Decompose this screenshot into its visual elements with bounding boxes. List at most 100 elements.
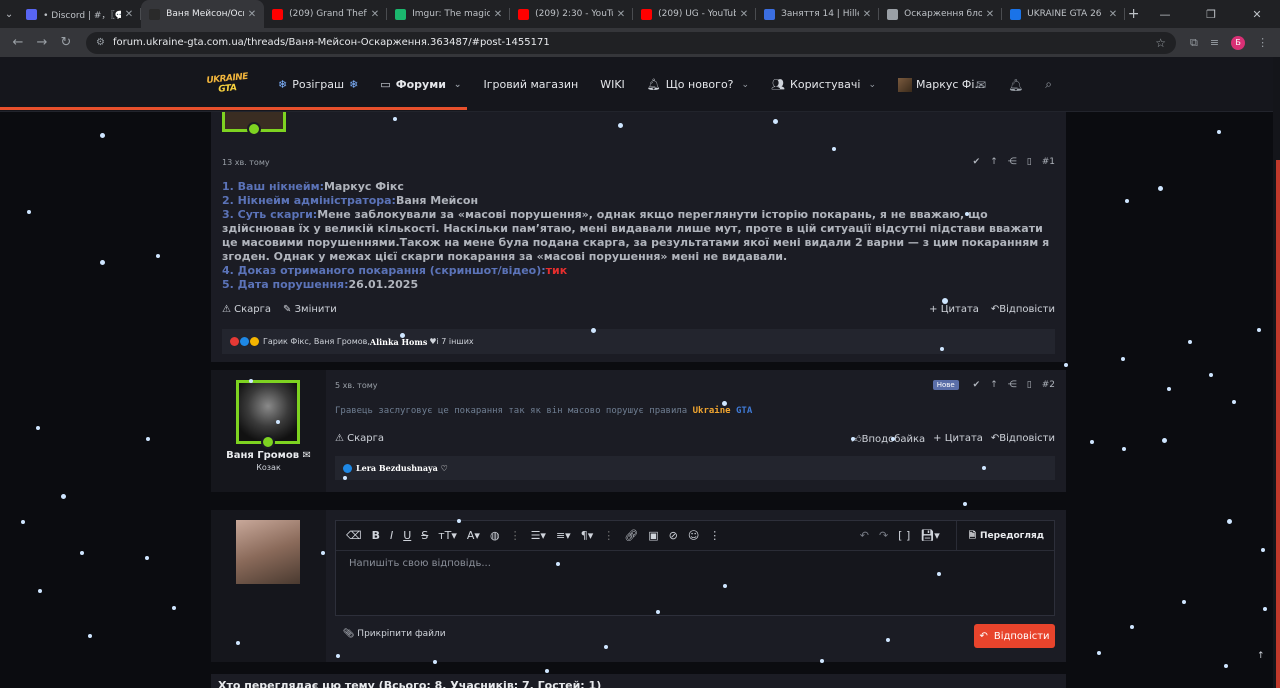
- close-tab-icon[interactable]: ✕: [863, 9, 871, 20]
- report-button[interactable]: ⚠ Скарга: [222, 304, 271, 315]
- profile-avatar[interactable]: Б: [1231, 35, 1246, 50]
- post-2-reactions[interactable]: Lera Bezdushnaya ♡: [335, 456, 1055, 480]
- share-icon[interactable]: ⋲: [1008, 380, 1017, 390]
- post-2-time[interactable]: 5 хв. тому: [335, 381, 378, 390]
- redo-icon[interactable]: ↷: [879, 529, 888, 542]
- maximize-button[interactable]: ❐: [1188, 8, 1234, 21]
- post-2-number[interactable]: #2: [1042, 380, 1055, 390]
- quote-button[interactable]: + Цитата: [933, 433, 983, 445]
- like-button[interactable]: 👍︎Вподобайка: [851, 433, 925, 445]
- quote-button[interactable]: + Цитата: [929, 304, 979, 315]
- undo-icon[interactable]: ↶: [860, 529, 869, 542]
- bookmark-icon[interactable]: ▯: [1027, 157, 1032, 167]
- clear-format-icon[interactable]: ⌫: [346, 529, 362, 542]
- url-bar[interactable]: ⚙ forum.ukraine-gta.com.ua/threads/Ваня-…: [86, 31, 1176, 54]
- edit-button[interactable]: ✎ Змінити: [283, 304, 337, 315]
- font-size-icon[interactable]: тT▾: [438, 529, 457, 542]
- chevron-down-icon[interactable]: ⌄: [742, 80, 750, 90]
- italic-icon[interactable]: I: [390, 529, 393, 542]
- browser-tab[interactable]: Заняття 14 | Hillel LM ✕: [756, 0, 880, 28]
- attach-files-button[interactable]: 📎︎ Прикріпити файли: [343, 629, 446, 639]
- post-2-username[interactable]: Ваня Громов ✉: [211, 450, 326, 461]
- nav-whats-new[interactable]: 🔔︎ Що нового? ⌄: [647, 78, 749, 91]
- close-tab-icon[interactable]: ✕: [986, 9, 994, 20]
- extensions-icon[interactable]: ⧉: [1190, 36, 1198, 50]
- site-info-icon[interactable]: ⚙: [96, 37, 105, 48]
- nav-users[interactable]: 👥︎ Користувачі ⌄: [771, 78, 876, 91]
- close-tab-icon[interactable]: ✕: [494, 9, 502, 20]
- reply-button[interactable]: ↶Відповісти: [991, 433, 1055, 445]
- report-button[interactable]: ⚠ Скарга: [335, 433, 384, 445]
- more-icon[interactable]: ⋮: [510, 529, 521, 542]
- nav-giveaway[interactable]: ❄ Розіграш ❄: [278, 78, 358, 91]
- reload-button[interactable]: ↻: [54, 35, 78, 50]
- proof-link[interactable]: тик: [546, 264, 568, 277]
- forward-button[interactable]: →: [30, 35, 54, 50]
- nav-shop[interactable]: Ігровий магазин: [483, 78, 578, 91]
- bbcode-icon[interactable]: [ ]: [898, 529, 910, 542]
- nav-wiki[interactable]: WIKI: [600, 78, 625, 91]
- current-user-avatar[interactable]: [236, 520, 300, 584]
- preview-button[interactable]: 🗎︎ Передогляд: [955, 520, 1044, 551]
- browser-tab[interactable]: (209) UG - YouTube ✕: [633, 0, 757, 28]
- arrow-up-icon[interactable]: ↑: [990, 380, 998, 390]
- reply-input[interactable]: Напишіть свою відповідь...: [349, 558, 491, 569]
- strikethrough-icon[interactable]: S: [421, 529, 428, 542]
- browser-tab[interactable]: (209) 2:30 - YouTube ✕: [510, 0, 634, 28]
- menu-icon[interactable]: ⋮: [1257, 36, 1268, 49]
- media-icon[interactable]: ≡: [1210, 36, 1219, 49]
- underline-icon[interactable]: U: [403, 529, 411, 542]
- emoji-icon[interactable]: ☺: [688, 529, 699, 542]
- close-tab-icon[interactable]: ✕: [740, 9, 748, 20]
- paragraph-icon[interactable]: ¶▾: [581, 529, 594, 542]
- close-tab-icon[interactable]: ✕: [125, 9, 133, 20]
- nav-forums[interactable]: ▭ Форуми ⌄: [380, 78, 461, 91]
- close-tab-icon[interactable]: ✕: [371, 9, 379, 20]
- submit-reply-button[interactable]: ↶ Відповісти: [974, 624, 1055, 648]
- check-icon[interactable]: ✔: [973, 157, 981, 167]
- browser-tab[interactable]: (209) Grand Theft Au ✕: [264, 0, 388, 28]
- scrollbar-thumb[interactable]: [1276, 160, 1280, 688]
- image-icon[interactable]: ▣: [648, 529, 658, 542]
- envelope-icon[interactable]: ✉: [976, 78, 986, 92]
- palette-icon[interactable]: ◍: [490, 529, 500, 542]
- close-tab-icon[interactable]: ✕: [248, 9, 256, 20]
- hide-icon[interactable]: ⊘: [669, 529, 678, 542]
- drafts-icon[interactable]: 💾︎▾: [920, 529, 940, 542]
- back-button[interactable]: ←: [6, 35, 30, 50]
- post-1-number[interactable]: #1: [1042, 157, 1055, 167]
- browser-tab[interactable]: Ваня Мейсон/Оскар ✕: [141, 0, 265, 28]
- site-logo[interactable]: UKRAINE GTA: [206, 72, 249, 98]
- bookmark-icon[interactable]: ▯: [1027, 380, 1032, 390]
- more-icon[interactable]: ⋮: [603, 529, 614, 542]
- bookmark-star-icon[interactable]: ☆: [1155, 36, 1166, 50]
- list-icon[interactable]: ☰▾: [531, 529, 546, 542]
- search-icon[interactable]: ⌕: [1045, 77, 1052, 92]
- close-tab-icon[interactable]: ✕: [1109, 9, 1117, 20]
- more-icon[interactable]: ⋮: [709, 529, 720, 542]
- browser-tab[interactable]: Оскарження блокув ✕: [879, 0, 1003, 28]
- share-icon[interactable]: ⋲: [1008, 157, 1017, 167]
- new-tab-button[interactable]: +: [1125, 6, 1142, 22]
- post-1-reactions[interactable]: Гарик Фікс, Ваня Громов, Alinka Homs ♥ і…: [222, 329, 1055, 354]
- text-color-icon[interactable]: A▾: [467, 529, 480, 542]
- minimize-button[interactable]: —: [1142, 8, 1188, 21]
- post-1-time[interactable]: 13 хв. тому: [222, 158, 270, 167]
- browser-tab[interactable]: Imgur: The magic of t ✕: [387, 0, 511, 28]
- chevron-down-icon[interactable]: ⌄: [868, 80, 876, 90]
- check-icon[interactable]: ✔: [973, 380, 981, 390]
- alerts-bell-icon[interactable]: 🔔︎: [1008, 78, 1023, 92]
- close-tab-icon[interactable]: ✕: [617, 9, 625, 20]
- browser-tab[interactable]: UKRAINE GTA 26 01 2 ✕: [1002, 0, 1126, 28]
- tab-search-button[interactable]: ⌄: [0, 0, 18, 28]
- close-window-button[interactable]: ✕: [1234, 8, 1280, 21]
- chevron-down-icon[interactable]: ⌄: [454, 80, 462, 90]
- nav-account[interactable]: Маркус Фі...: [898, 77, 985, 92]
- bold-icon[interactable]: B: [372, 529, 380, 542]
- reply-button[interactable]: ↶Відповісти: [991, 304, 1055, 315]
- align-icon[interactable]: ≡▾: [556, 529, 571, 542]
- link-icon[interactable]: 🔗︎: [624, 529, 638, 542]
- scroll-up-icon[interactable]: ↑: [1257, 651, 1265, 661]
- browser-tab[interactable]: • Discord | #，〖💬〗 c ✕: [18, 0, 142, 28]
- arrow-up-icon[interactable]: ↑: [990, 157, 998, 167]
